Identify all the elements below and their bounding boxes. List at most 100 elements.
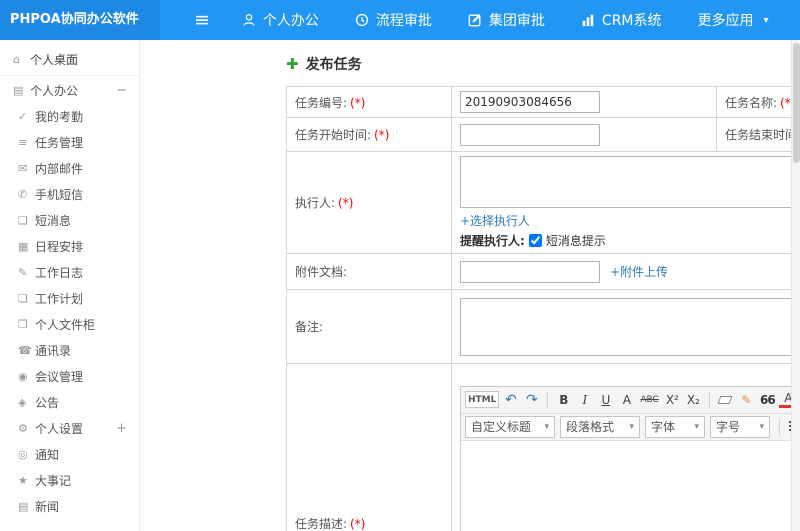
document-icon: ❏	[18, 292, 28, 305]
end-time-label: 任务结束时间:(*)	[716, 117, 800, 152]
choose-executor-link[interactable]: +选择执行人	[460, 214, 530, 228]
attachment-input[interactable]	[460, 260, 600, 283]
bold-button[interactable]: B	[554, 390, 573, 410]
expand-icon[interactable]: +	[116, 416, 127, 442]
font-button[interactable]: A	[617, 390, 636, 410]
chevron-down-icon: ▾	[694, 421, 699, 432]
sidebar: ⌂ 个人桌面 ▤ 个人办公 − ✓ 我的考勤 ≡ 任务管理 ✉ 内部邮件 ✆ 手…	[0, 40, 140, 531]
required-mark: (*)	[374, 128, 390, 142]
editor-toolbar-row2: 自定义标题 ▾ 段落格式 ▾ 字体 ▾ 字号 ▾	[461, 413, 800, 441]
phone-icon: ✆	[18, 188, 28, 201]
custom-heading-dropdown[interactable]: 自定义标题 ▾	[465, 415, 555, 438]
html-source-button[interactable]: HTML	[465, 391, 500, 408]
menu-icon[interactable]: ≡	[194, 10, 210, 30]
sidebar-item-meeting[interactable]: ◉ 会议管理	[0, 364, 139, 390]
sidebar-item-internal-mail[interactable]: ✉ 内部邮件	[0, 156, 139, 182]
description-label: 任务描述: (*)	[286, 363, 452, 531]
edit-square-icon	[468, 13, 482, 27]
bar-chart-icon	[581, 13, 595, 27]
nav-item-workflow-approval[interactable]: 流程审批	[355, 10, 432, 30]
chevron-down-icon: ▾	[763, 14, 769, 26]
superscript-button[interactable]: X²	[663, 390, 682, 410]
folder-icon: ❐	[18, 318, 28, 331]
sidebar-item-schedule[interactable]: ▦ 日程安排	[0, 234, 139, 260]
desktop-icon: ⌂	[13, 52, 20, 66]
start-time-label: 任务开始时间: (*)	[286, 117, 452, 152]
required-mark: (*)	[350, 517, 366, 531]
blockquote-button[interactable]: 66	[758, 390, 777, 410]
attachment-label: 附件文档:	[286, 253, 452, 290]
sms-remind-label: 短消息提示	[545, 234, 606, 248]
required-mark: (*)	[350, 95, 366, 110]
editor-content-area[interactable]	[461, 440, 800, 531]
sidebar-item-settings[interactable]: ⚙ 个人设置 +	[0, 416, 139, 442]
task-name-label: 任务名称: (*)	[716, 86, 800, 118]
sidebar-item-attendance[interactable]: ✓ 我的考勤	[0, 104, 139, 130]
sidebar-item-events[interactable]: ★ 大事记	[0, 468, 139, 494]
page-title: ✚ 发布任务	[286, 55, 362, 73]
notice-icon: ◎	[18, 448, 28, 461]
font-size-dropdown[interactable]: 字号 ▾	[710, 415, 770, 438]
clock-icon	[355, 13, 369, 27]
eraser-icon	[717, 395, 733, 404]
main-content: ✚ 发布任务 任务编号:(*) 任务名称:(*) 任务开始时间:(*)	[141, 40, 800, 531]
vertical-scrollbar	[791, 40, 800, 531]
collapse-icon[interactable]: −	[116, 78, 127, 104]
mail-icon: ✉	[18, 162, 28, 175]
meeting-icon: ◉	[18, 370, 28, 383]
chevron-down-icon: ▾	[759, 421, 764, 432]
toolbar-separator	[708, 391, 710, 408]
remark-label: 备注:	[286, 289, 452, 364]
redo-button[interactable]: ↷	[522, 390, 541, 410]
sidebar-item-work-plan[interactable]: ❏ 工作计划	[0, 286, 139, 312]
sidebar-item-personal-office[interactable]: ▤ 个人办公 −	[0, 78, 139, 104]
top-nav: 个人办公 流程审批 集团审批 CRM系统 更多应用 ▾	[242, 10, 769, 30]
underline-button[interactable]: U	[596, 390, 615, 410]
start-time-input[interactable]	[460, 123, 600, 146]
sidebar-item-contacts[interactable]: ☎ 通讯录	[0, 338, 139, 364]
sidebar-item-work-log[interactable]: ✎ 工作日志	[0, 260, 139, 286]
chevron-down-icon: ▾	[544, 421, 549, 432]
sidebar-item-desktop[interactable]: ⌂ 个人桌面	[0, 44, 139, 76]
strikethrough-button[interactable]: ABC	[638, 390, 660, 410]
scrollbar-thumb[interactable]	[793, 43, 800, 163]
subscript-button[interactable]: X₂	[684, 390, 703, 410]
star-icon: ★	[18, 474, 28, 487]
task-no-label: 任务编号: (*)	[286, 86, 452, 118]
font-family-dropdown[interactable]: 字体 ▾	[645, 415, 705, 438]
nav-item-more-apps[interactable]: 更多应用 ▾	[698, 10, 769, 30]
sidebar-item-notice[interactable]: ◎ 通知	[0, 442, 139, 468]
pencil-icon: ✎	[18, 266, 28, 279]
format-brush-button[interactable]: ✎	[737, 390, 756, 410]
news-icon: ▤	[18, 500, 29, 513]
sidebar-item-mobile-sms[interactable]: ✆ 手机短信	[0, 182, 139, 208]
calendar-icon: ▦	[18, 240, 29, 253]
eraser-button[interactable]	[716, 390, 735, 410]
sidebar-item-news[interactable]: ▤ 新闻	[0, 494, 139, 520]
sidebar-item-file-cabinet[interactable]: ❐ 个人文件柜	[0, 312, 139, 338]
required-mark: (*)	[338, 196, 354, 210]
announcement-icon: ◈	[18, 396, 27, 409]
toolbar-separator	[779, 418, 780, 435]
list-icon: ≡	[18, 136, 28, 149]
sms-remind-checkbox[interactable]	[528, 234, 542, 247]
message-icon: ❑	[18, 214, 28, 227]
toolbar-separator	[547, 391, 549, 408]
attachment-upload-link[interactable]: +附件上传	[610, 263, 668, 280]
sidebar-item-short-message[interactable]: ❑ 短消息	[0, 208, 139, 234]
italic-button[interactable]: I	[575, 390, 594, 410]
executor-textarea[interactable]	[460, 156, 793, 208]
task-no-input[interactable]	[460, 91, 600, 113]
nav-item-crm[interactable]: CRM系统	[581, 10, 662, 30]
nav-item-personal-office[interactable]: 个人办公	[242, 10, 319, 30]
paragraph-format-dropdown[interactable]: 段落格式 ▾	[560, 415, 640, 438]
sidebar-item-task-management[interactable]: ≡ 任务管理	[0, 130, 139, 156]
topbar: PHPOA协同办公软件 ≡ 个人办公 流程审批 集团审批 CRM系统 更多应用 …	[0, 0, 800, 40]
office-icon: ▤	[13, 84, 24, 97]
nav-item-group-approval[interactable]: 集团审批	[468, 10, 545, 30]
remark-textarea[interactable]	[460, 297, 793, 356]
sidebar-item-announcement[interactable]: ◈ 公告	[0, 390, 139, 416]
undo-button[interactable]: ↶	[501, 390, 520, 410]
editor-toolbar-row1: HTML ↶ ↷ B I U A ABC X² X₂ ✎ 66 A	[461, 386, 800, 414]
chevron-down-icon: ▾	[629, 421, 634, 432]
